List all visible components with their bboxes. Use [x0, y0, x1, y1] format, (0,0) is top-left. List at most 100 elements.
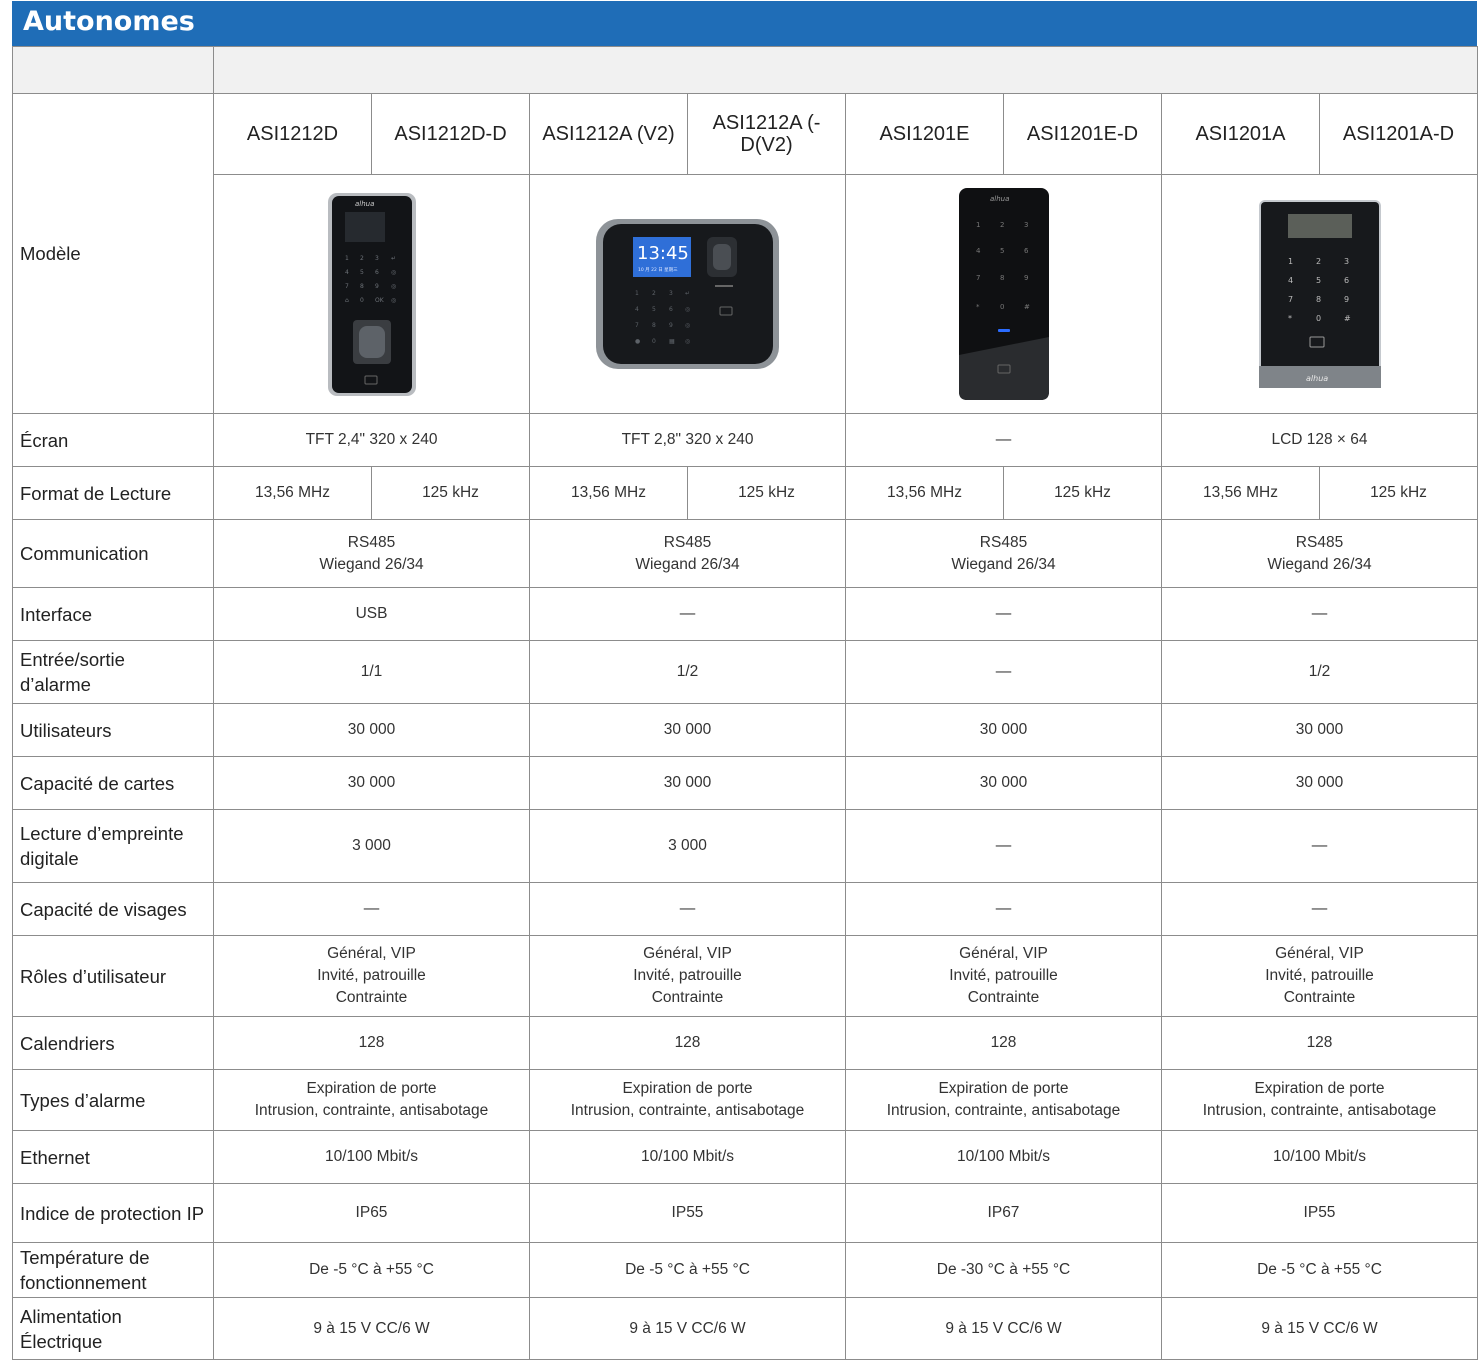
svg-text:3: 3 — [375, 255, 379, 262]
cell-value: Général, VIP Invité, patrouille Contrainte — [1161, 935, 1478, 1017]
cell-value: IP65 — [213, 1183, 530, 1243]
cell-value: De -5 °C à +55 °C — [213, 1242, 530, 1298]
row-roles: Rôles d’utilisateur Général, VIP Invité, … — [12, 935, 1478, 1017]
svg-text:7: 7 — [976, 274, 980, 282]
cell-value: — — [1161, 809, 1478, 883]
row-label: Utilisateurs — [12, 703, 214, 757]
lcd-keypad-reader-image: 1 2 3 4 5 6 7 8 9 * 0 # alhua — [1258, 200, 1381, 388]
svg-text:◎: ◎ — [391, 283, 396, 290]
cell-value: 13,56 MHz — [845, 466, 1004, 520]
cell-value: 13,56 MHz — [529, 466, 688, 520]
svg-text:4: 4 — [1288, 276, 1293, 285]
cell-value: RS485 Wiegand 26/34 — [529, 519, 846, 588]
cell-value: — — [1161, 587, 1478, 641]
row-label: Lecture d’empreinte digitale — [12, 809, 214, 883]
cell-value: Expiration de porte Intrusion, contrainte… — [1161, 1069, 1478, 1131]
svg-text:1: 1 — [1288, 257, 1293, 266]
model-name: ASI1212D-D — [371, 93, 530, 175]
cell-value: 30 000 — [213, 703, 530, 757]
row-label: Capacité de cartes — [12, 756, 214, 810]
svg-text:3: 3 — [669, 290, 673, 297]
cell-value: LCD 128 × 64 — [1161, 413, 1478, 467]
cell-value: Expiration de porte Intrusion, contrainte… — [213, 1069, 530, 1131]
row-label: Ethernet — [12, 1130, 214, 1184]
svg-text:0: 0 — [1000, 303, 1004, 311]
row-label: Entrée/sortie d’alarme — [12, 640, 214, 704]
cell-value: De -30 °C à +55 °C — [845, 1242, 1162, 1298]
row-empreinte: Lecture d’empreinte digitale 3 000 3 000 … — [12, 809, 1478, 883]
cell-value: Général, VIP Invité, patrouille Contrainte — [845, 935, 1162, 1017]
spec-table: Modèle ASI1212D ASI1212D-D ASI1212A (V2)… — [12, 46, 1478, 1360]
row-alarme-io: Entrée/sortie d’alarme 1/1 1/2 — 1/2 — [12, 640, 1478, 704]
cell-value: 30 000 — [529, 703, 846, 757]
svg-text:2: 2 — [360, 255, 364, 262]
svg-text:7: 7 — [635, 322, 639, 329]
cell-value: 10/100 Mbit/s — [845, 1130, 1162, 1184]
svg-text:*: * — [1288, 314, 1292, 323]
svg-text:9: 9 — [375, 283, 379, 290]
row-visages: Capacité de visages — — — — — [12, 882, 1478, 936]
cell-value: 10/100 Mbit/s — [213, 1130, 530, 1184]
row-utilisateurs: Utilisateurs 30 000 30 000 30 000 30 000 — [12, 703, 1478, 757]
svg-text:▦: ▦ — [669, 338, 675, 345]
model-name: ASI1201A-D — [1319, 93, 1478, 175]
cell-value: 13,56 MHz — [1161, 466, 1320, 520]
cell-value: 30 000 — [213, 756, 530, 810]
cell-value: — — [213, 882, 530, 936]
svg-text:◎: ◎ — [391, 269, 396, 276]
brand-logo-text: alhua — [990, 195, 1009, 203]
blank-cell — [213, 46, 1478, 94]
keypad-reader-image: alhua 1 2 3 4 5 6 7 8 9 * 0 # — [958, 188, 1049, 400]
svg-text:4: 4 — [345, 269, 349, 276]
svg-text:5: 5 — [652, 306, 656, 313]
cell-value: — — [845, 809, 1162, 883]
cell-value: IP55 — [529, 1183, 846, 1243]
svg-text:9: 9 — [1344, 295, 1349, 304]
row-label: Température de fonctionnement — [12, 1242, 214, 1298]
cell-value: 30 000 — [529, 756, 846, 810]
svg-text:0: 0 — [652, 338, 656, 345]
row-label: Alimentation Électrique — [12, 1297, 214, 1360]
svg-text:8: 8 — [360, 283, 364, 290]
cell-value: TFT 2,4" 320 x 240 — [213, 413, 530, 467]
row-interface: Interface USB — — — — [12, 587, 1478, 641]
cell-value: RS485 Wiegand 26/34 — [845, 519, 1162, 588]
svg-text:↵: ↵ — [685, 290, 690, 297]
cell-value: Expiration de porte Intrusion, contrainte… — [529, 1069, 846, 1131]
cell-value: 1/1 — [213, 640, 530, 704]
row-alimentation: Alimentation Électrique 9 à 15 V CC/6 W 9… — [12, 1297, 1478, 1360]
svg-text:◎: ◎ — [685, 338, 690, 345]
row-label: Rôles d’utilisateur — [12, 935, 214, 1017]
cell-value: — — [529, 882, 846, 936]
cell-value: 125 kHz — [1003, 466, 1162, 520]
svg-text:⌂: ⌂ — [345, 297, 349, 304]
blank-row — [12, 46, 1478, 94]
svg-text:8: 8 — [1316, 295, 1321, 304]
cell-value: 3 000 — [213, 809, 530, 883]
cell-value: RS485 Wiegand 26/34 — [213, 519, 530, 588]
cell-value: 125 kHz — [687, 466, 846, 520]
svg-text:5: 5 — [1000, 247, 1004, 255]
svg-text:6: 6 — [1344, 276, 1349, 285]
svg-text:6: 6 — [1024, 247, 1029, 255]
model-name: ASI1201A — [1161, 93, 1320, 175]
clock-text: 13:45 — [637, 243, 689, 264]
cell-value: IP67 — [845, 1183, 1162, 1243]
svg-text:◎: ◎ — [391, 297, 396, 304]
row-label: Calendriers — [12, 1016, 214, 1070]
svg-text:5: 5 — [360, 269, 364, 276]
svg-text:2: 2 — [1000, 221, 1004, 229]
fingerprint-reader-image: alhua 1 2 3 ↵ 4 5 6 ◎ 7 8 9 ◎ ⌂ 0 OK ◎ — [327, 192, 416, 396]
cell-value: — — [529, 587, 846, 641]
svg-text:3: 3 — [1024, 221, 1028, 229]
row-ip: Indice de protection IP IP65 IP55 IP67 I… — [12, 1183, 1478, 1243]
brand-logo-text: alhua — [1306, 374, 1328, 383]
svg-text:◎: ◎ — [685, 322, 690, 329]
svg-text:#: # — [1344, 314, 1351, 323]
row-calendriers: Calendriers 128 128 128 128 — [12, 1016, 1478, 1070]
svg-text:#: # — [1024, 303, 1030, 311]
cell-value: 128 — [845, 1016, 1162, 1070]
svg-text:9: 9 — [1024, 274, 1028, 282]
cell-value: 1/2 — [529, 640, 846, 704]
svg-text:OK: OK — [375, 297, 385, 304]
